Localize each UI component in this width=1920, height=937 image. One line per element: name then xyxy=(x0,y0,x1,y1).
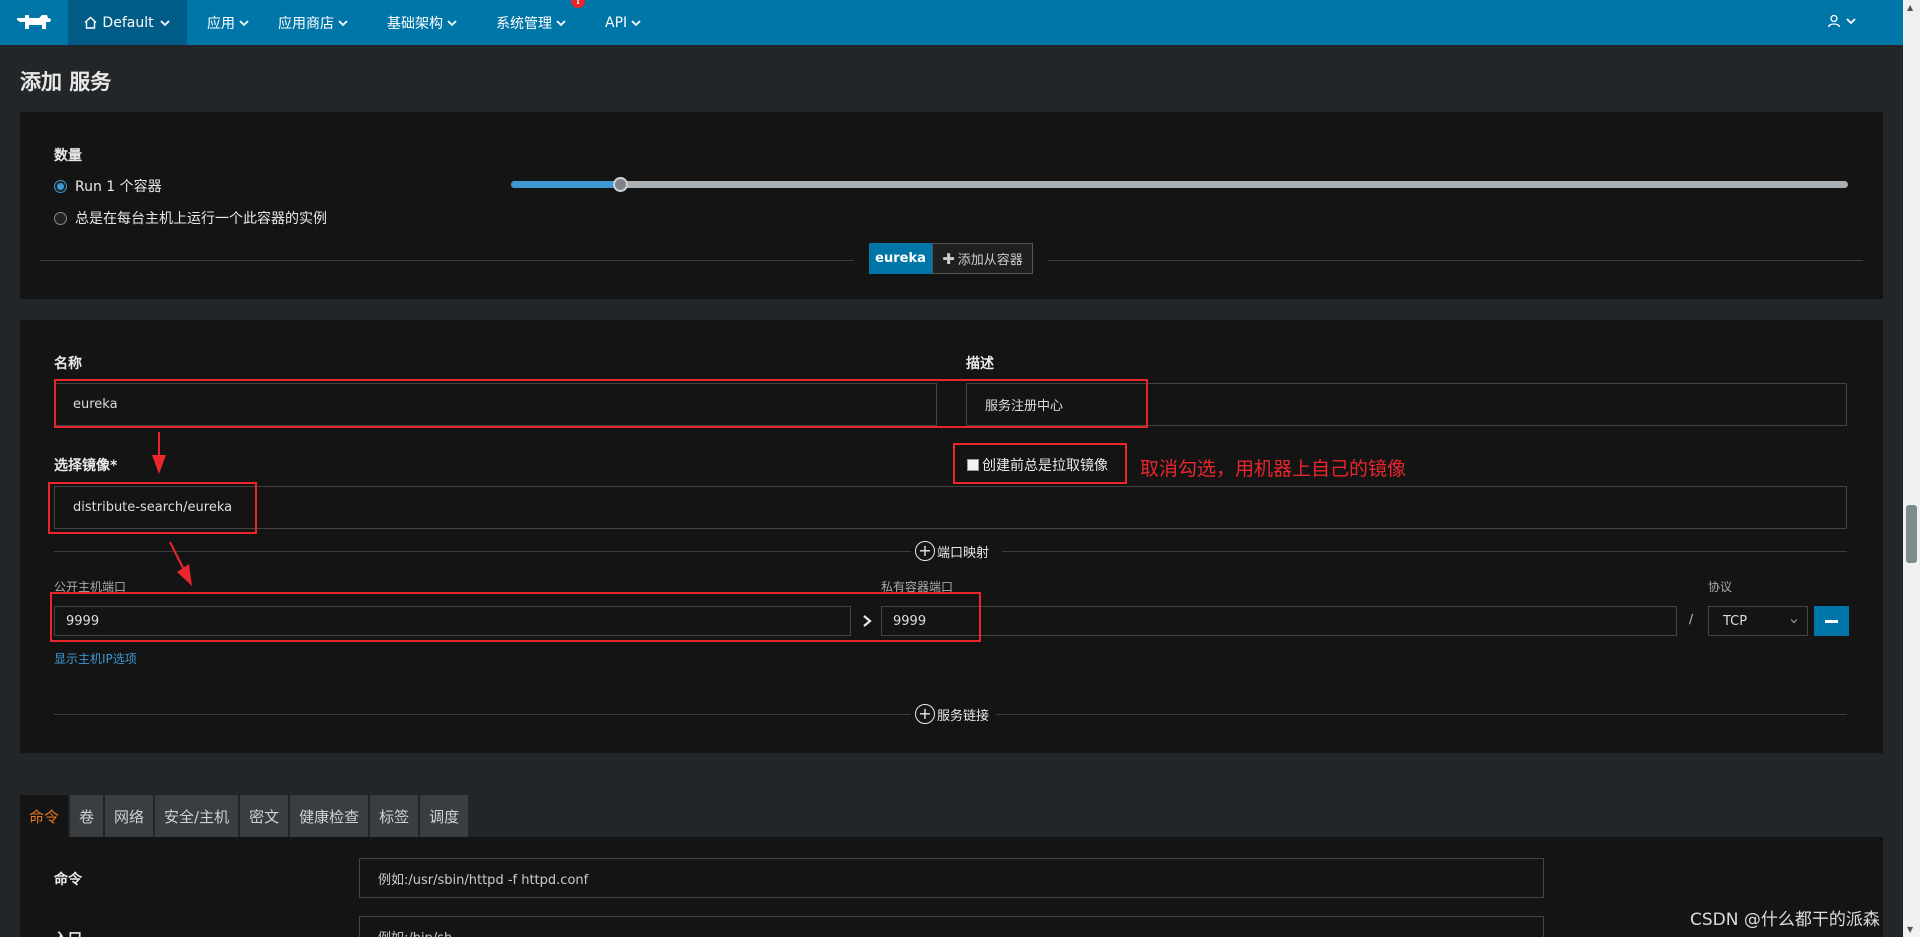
description-label: 描述 xyxy=(966,356,994,372)
nav-item-api[interactable]: API xyxy=(605,0,642,45)
chevron-down-icon xyxy=(631,19,641,26)
scale-label: 数量 xyxy=(54,148,82,164)
scale-slider-handle[interactable] xyxy=(613,177,628,192)
nav-item-infrastructure[interactable]: 基础架构 xyxy=(387,0,458,45)
page-title: 添加 服务 xyxy=(20,70,112,94)
nav-item-catalog[interactable]: 应用商店 xyxy=(278,0,349,45)
chevron-down-icon xyxy=(1790,619,1798,624)
radio-run-label: Run 1 个容器 xyxy=(75,179,162,195)
add-sidekick-button[interactable]: ✚ 添加从容器 xyxy=(932,243,1033,274)
show-host-ip-link[interactable]: 显示主机IP选项 xyxy=(54,650,137,667)
divider xyxy=(40,260,854,261)
private-port-input[interactable]: 9999 xyxy=(881,606,1677,636)
nav-item-label: 应用商店 xyxy=(278,15,334,32)
tab-labels[interactable]: 标签 xyxy=(370,795,419,837)
checkbox-unchecked-icon[interactable] xyxy=(967,459,979,471)
command-input[interactable]: 例如:/usr/sbin/httpd -f httpd.conf xyxy=(359,858,1544,898)
port-mapping-label: 端口映射 xyxy=(937,545,990,561)
nav-item-admin[interactable]: 系统管理 ! xyxy=(496,0,585,45)
divider xyxy=(1002,551,1847,552)
scrollbar-thumb[interactable] xyxy=(1906,505,1917,563)
chevron-down-icon xyxy=(159,19,170,26)
name-input[interactable]: eureka xyxy=(54,383,937,426)
protocol-select[interactable]: TCP xyxy=(1708,606,1808,636)
tab-volumes[interactable]: 卷 xyxy=(70,795,104,837)
nav-item-label: 基础架构 xyxy=(387,15,443,32)
private-port-label: 私有容器端口 xyxy=(881,580,954,594)
always-pull-label: 创建前总是拉取镜像 xyxy=(982,458,1108,474)
name-label: 名称 xyxy=(54,356,82,372)
tab-network[interactable]: 网络 xyxy=(105,795,154,837)
config-tabs: 命令 卷 网络 安全/主机 密文 健康检查 标签 调度 xyxy=(20,795,469,837)
chevron-down-icon xyxy=(1846,18,1856,25)
minus-icon xyxy=(1825,619,1838,623)
radio-global-label: 总是在每台主机上运行一个此容器的实例 xyxy=(75,211,327,227)
divider xyxy=(996,714,1847,715)
nav-item-label: 应用 xyxy=(207,15,235,32)
annotation-text: 取消勾选，用机器上自己的镜像 xyxy=(1140,458,1407,480)
description-input[interactable]: 服务注册中心 xyxy=(966,383,1847,426)
public-port-label: 公开主机端口 xyxy=(54,580,127,594)
tab-secrets[interactable]: 密文 xyxy=(240,795,289,837)
divider xyxy=(1048,260,1863,261)
nav-item-label: API xyxy=(605,14,628,31)
tab-health-check[interactable]: 健康检查 xyxy=(290,795,369,837)
entrypoint-label: 入口 xyxy=(54,928,82,937)
plus-circle-icon: + xyxy=(915,704,935,724)
radio-checked-icon xyxy=(54,179,67,193)
port-mapping-add-button[interactable]: + 端口映射 xyxy=(911,541,994,561)
user-menu[interactable] xyxy=(1827,14,1857,28)
protocol-label: 协议 xyxy=(1708,580,1733,594)
radio-unchecked-icon xyxy=(54,211,67,225)
image-input[interactable]: distribute-search/eureka xyxy=(54,486,1847,529)
divider xyxy=(54,714,911,715)
annotation-arrow-icon xyxy=(169,541,192,586)
service-links-add-button[interactable]: + 服务链接 xyxy=(911,704,994,724)
chevron-down-icon xyxy=(338,19,348,26)
always-pull-checkbox[interactable]: 创建前总是拉取镜像 xyxy=(967,455,1108,475)
public-port-input[interactable]: 9999 xyxy=(54,606,851,636)
rancher-logo-icon[interactable] xyxy=(0,0,68,45)
user-icon xyxy=(1827,14,1841,28)
environment-selector[interactable]: Default xyxy=(68,0,187,45)
home-icon xyxy=(84,16,97,29)
scale-slider-fill xyxy=(511,181,621,188)
image-label: 选择镜像* xyxy=(54,458,118,474)
tab-security-host[interactable]: 安全/主机 xyxy=(155,795,239,837)
remove-port-button[interactable] xyxy=(1814,606,1849,636)
chevron-down-icon xyxy=(447,19,457,26)
tab-scheduling[interactable]: 调度 xyxy=(420,795,469,837)
radio-run-count[interactable]: Run 1 个容器 xyxy=(54,176,162,196)
add-sidekick-label: 添加从容器 xyxy=(957,253,1023,268)
nav-item-apps[interactable]: 应用 xyxy=(207,0,250,45)
chevron-down-icon xyxy=(239,19,249,26)
port-separator: / xyxy=(1689,612,1694,626)
tab-command[interactable]: 命令 xyxy=(20,795,69,837)
nav-item-label: 系统管理 xyxy=(496,15,552,32)
scroll-down-arrow-icon[interactable]: ▼ xyxy=(1907,925,1913,934)
plus-icon: ✚ xyxy=(942,249,955,268)
protocol-value: TCP xyxy=(1723,613,1748,629)
top-nav: Default 应用 应用商店 基础架构 系统管理 ! API xyxy=(0,0,1903,45)
scroll-up-arrow-icon[interactable]: ▲ xyxy=(1907,3,1913,12)
annotation-arrow-icon xyxy=(152,432,166,474)
command-label: 命令 xyxy=(54,872,82,888)
chevron-right-icon xyxy=(863,615,872,627)
page-scrollbar[interactable]: ▲ ▼ xyxy=(1903,0,1920,937)
entrypoint-input[interactable]: 例如:/bin/sh xyxy=(359,916,1544,937)
alert-badge-icon: ! xyxy=(571,0,585,8)
watermark-text: CSDN @什么都干的派森 xyxy=(1690,910,1880,930)
plus-circle-icon: + xyxy=(915,541,935,561)
environment-label: Default xyxy=(102,14,154,31)
radio-global[interactable]: 总是在每台主机上运行一个此容器的实例 xyxy=(54,208,327,228)
container-tab-eureka[interactable]: eureka xyxy=(869,243,932,274)
service-links-label: 服务链接 xyxy=(937,708,990,724)
scale-slider[interactable] xyxy=(511,177,1848,192)
chevron-down-icon xyxy=(556,19,566,26)
